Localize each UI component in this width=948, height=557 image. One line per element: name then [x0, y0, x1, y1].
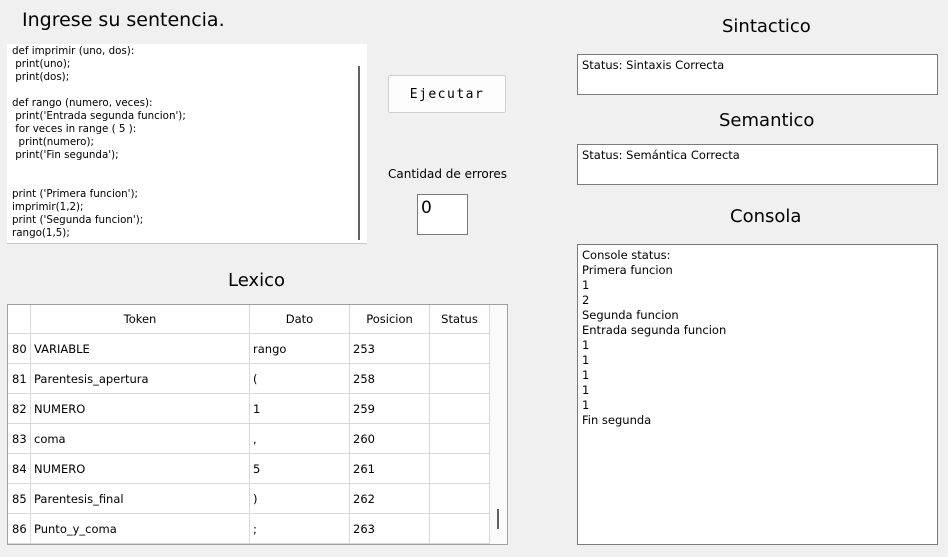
- cell-dato[interactable]: ): [250, 484, 350, 514]
- code-editor[interactable]: def imprimir (uno, dos): print(uno); pri…: [7, 44, 367, 244]
- lexico-title: Lexico: [228, 270, 286, 291]
- cell-dato[interactable]: (: [250, 364, 350, 394]
- prompt-title: Ingrese su sentencia.: [22, 9, 225, 31]
- semantic-status-field[interactable]: Status: Semántica Correcta: [577, 144, 938, 185]
- cell-posicion[interactable]: 259: [350, 394, 430, 424]
- cell-token[interactable]: NUMERO: [31, 394, 250, 424]
- cell-posicion[interactable]: 261: [350, 454, 430, 484]
- cell-posicion[interactable]: 253: [350, 334, 430, 364]
- execute-button[interactable]: Ejecutar: [388, 75, 506, 113]
- console-title: Consola: [730, 206, 802, 227]
- cell-dato[interactable]: ;: [250, 514, 350, 544]
- row-number[interactable]: 82: [8, 394, 31, 424]
- cell-posicion[interactable]: 262: [350, 484, 430, 514]
- cell-status[interactable]: [430, 394, 490, 424]
- table-row[interactable]: 81 Parentesis_apertura(258: [8, 364, 490, 394]
- syntactic-title: Sintactico: [722, 16, 811, 37]
- cell-posicion[interactable]: 258: [350, 364, 430, 394]
- cell-token[interactable]: VARIABLE: [31, 334, 250, 364]
- syntactic-status-field[interactable]: Status: Sintaxis Correcta: [577, 54, 938, 95]
- console-line: 1: [582, 398, 590, 412]
- console-line: Console status:: [582, 248, 671, 262]
- row-number[interactable]: 81: [8, 364, 31, 394]
- cell-dato[interactable]: 1: [250, 394, 350, 424]
- console-line: 1: [582, 278, 590, 292]
- cell-posicion[interactable]: 263: [350, 514, 430, 544]
- code-text[interactable]: def imprimir (uno, dos): print(uno); pri…: [7, 44, 367, 241]
- table-row[interactable]: 82 NUMERO 1 259: [8, 394, 490, 424]
- console-line: 1: [582, 383, 590, 397]
- column-header-posicion[interactable]: Posicion: [350, 305, 430, 334]
- console-line: 1: [582, 338, 590, 352]
- console-line: Entrada segunda funcion: [582, 323, 727, 337]
- row-number[interactable]: 84: [8, 454, 31, 484]
- row-number[interactable]: 86: [8, 514, 31, 544]
- cell-token[interactable]: Parentesis_apertura: [31, 364, 250, 394]
- console-line: Primera funcion: [582, 263, 673, 277]
- cell-token[interactable]: Punto_y_coma: [31, 514, 250, 544]
- cell-status[interactable]: [430, 454, 490, 484]
- semantic-title: Semantico: [719, 110, 815, 131]
- console-output[interactable]: Console status: Primera funcion 1 2 Segunda …: [577, 244, 938, 545]
- cell-dato[interactable]: 5: [250, 454, 350, 484]
- console-line: Segunda funcion: [582, 308, 679, 322]
- column-header-dato[interactable]: Dato: [250, 305, 350, 334]
- table-row[interactable]: 80 VARIABLE rango 253: [8, 334, 490, 364]
- console-line: 2: [582, 293, 590, 307]
- cell-token[interactable]: NUMERO: [31, 454, 250, 484]
- errors-count-field[interactable]: 0: [417, 194, 468, 235]
- row-number[interactable]: 83: [8, 424, 31, 454]
- console-line: Fin segunda: [582, 413, 652, 427]
- cell-status[interactable]: [430, 484, 490, 514]
- table-row[interactable]: 84 NUMERO 5 261: [8, 454, 490, 484]
- cell-status[interactable]: [430, 424, 490, 454]
- column-header-token[interactable]: Token: [31, 305, 250, 334]
- cell-token[interactable]: coma: [31, 424, 250, 454]
- table-row[interactable]: 86 Punto_y_coma; 263: [8, 514, 490, 544]
- row-number[interactable]: 85: [8, 484, 31, 514]
- editor-scrollbar[interactable]: [358, 66, 360, 240]
- row-number-header: [8, 305, 31, 334]
- cell-status[interactable]: [430, 334, 490, 364]
- console-line: 1: [582, 353, 590, 367]
- table-row[interactable]: 85 Parentesis_final) 262: [8, 484, 490, 514]
- cell-status[interactable]: [430, 364, 490, 394]
- table-scrollbar-thumb[interactable]: [497, 509, 499, 529]
- errors-label: Cantidad de errores: [388, 167, 508, 181]
- table-row[interactable]: 83 coma, 260: [8, 424, 490, 454]
- console-line: 1: [582, 368, 590, 382]
- cell-token[interactable]: Parentesis_final: [31, 484, 250, 514]
- cell-status[interactable]: [430, 514, 490, 544]
- cell-dato[interactable]: ,: [250, 424, 350, 454]
- cell-dato[interactable]: rango: [250, 334, 350, 364]
- row-number[interactable]: 80: [8, 334, 31, 364]
- column-header-status[interactable]: Status: [430, 305, 490, 334]
- lexico-table: Token Dato Posicion Status 80 VARIABLE ran…: [7, 304, 508, 545]
- cell-posicion[interactable]: 260: [350, 424, 430, 454]
